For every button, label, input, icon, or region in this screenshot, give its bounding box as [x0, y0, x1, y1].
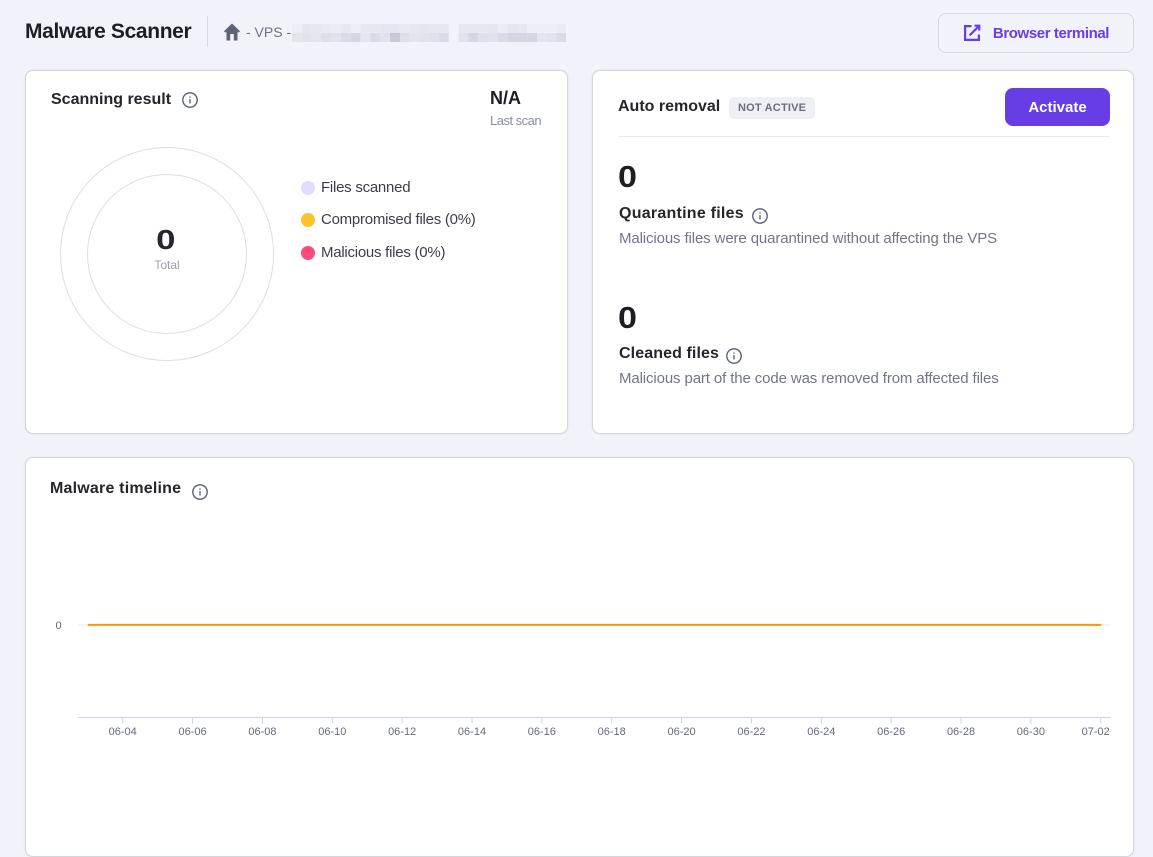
svg-text:06-14: 06-14: [458, 726, 486, 738]
svg-text:06-28: 06-28: [947, 726, 975, 738]
svg-text:06-22: 06-22: [737, 726, 765, 738]
svg-text:06-16: 06-16: [528, 726, 556, 738]
svg-text:0: 0: [55, 620, 61, 632]
svg-text:06-30: 06-30: [1017, 726, 1045, 738]
svg-text:06-10: 06-10: [318, 726, 346, 738]
svg-text:06-26: 06-26: [877, 726, 905, 738]
svg-text:06-12: 06-12: [388, 726, 416, 738]
svg-text:06-20: 06-20: [668, 726, 696, 738]
svg-text:06-08: 06-08: [248, 726, 276, 738]
svg-text:06-18: 06-18: [598, 726, 626, 738]
svg-text:07-02: 07-02: [1082, 726, 1110, 738]
svg-text:06-06: 06-06: [178, 726, 206, 738]
svg-text:06-04: 06-04: [109, 726, 137, 738]
svg-text:06-24: 06-24: [807, 726, 835, 738]
